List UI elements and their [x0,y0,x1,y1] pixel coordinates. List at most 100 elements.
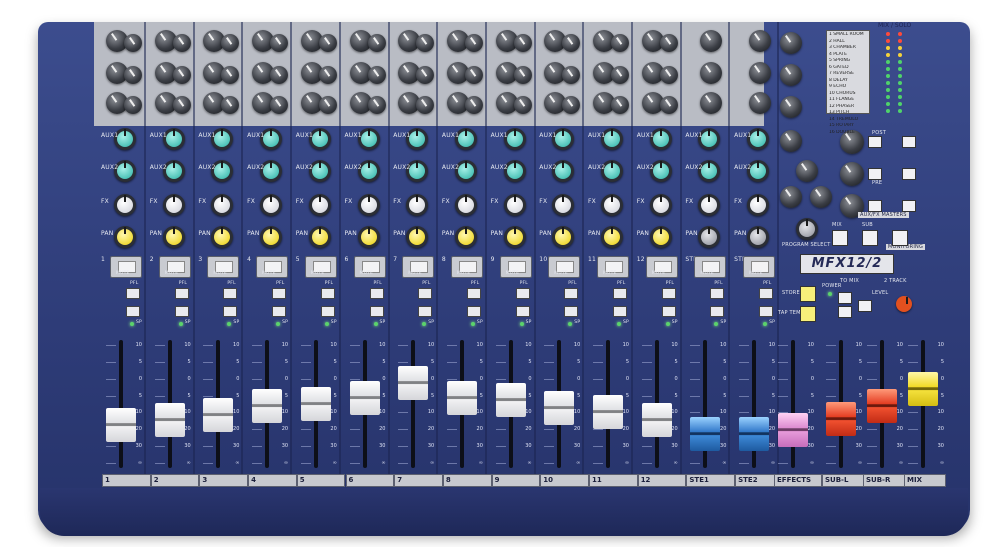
two-track-level-knob[interactable] [896,296,912,312]
fx-send-knob[interactable] [747,194,770,216]
routing-button[interactable] [272,306,287,317]
program-select-knob[interactable] [796,218,818,240]
to-mix-button[interactable] [838,306,852,318]
fx-send-knob[interactable] [114,194,136,216]
eq-knob-small[interactable] [367,34,386,52]
routing-button[interactable] [369,306,384,317]
channel-fader[interactable] [252,388,283,423]
fx-return-knob[interactable] [780,32,802,54]
channel-fader[interactable] [154,402,185,437]
pan-knob[interactable] [357,226,380,248]
fx-return-knob[interactable] [810,186,832,208]
aux-pfl-button[interactable] [902,200,916,212]
mix-monitor-button[interactable] [832,230,848,246]
pfl-button[interactable] [174,288,189,299]
pan-knob[interactable] [308,226,331,248]
pfl-button[interactable] [272,288,287,299]
channel-fader[interactable] [739,417,770,452]
eq-knob-small[interactable] [270,96,289,114]
aux-pre-post-button[interactable] [868,136,882,148]
pfl-button[interactable] [759,288,774,299]
fx-send-knob[interactable] [601,194,623,216]
channel-fader[interactable] [593,394,623,429]
store-button[interactable] [800,286,816,302]
fx-send-knob[interactable] [357,194,380,216]
fx-return-knob[interactable] [780,64,802,86]
pan-knob[interactable] [747,226,770,248]
eq-knob-small[interactable] [367,66,386,84]
pan-knob[interactable] [260,226,283,248]
pan-knob[interactable] [649,226,672,248]
routing-button[interactable] [174,306,189,317]
fx-send-knob[interactable] [162,194,185,216]
routing-button[interactable] [515,306,530,317]
aux-pfl-button[interactable] [902,168,916,180]
pfl-button[interactable] [223,288,238,299]
routing-button[interactable] [759,306,774,317]
eq-knob-small[interactable] [124,34,142,52]
stereo-eq-knob[interactable] [749,30,772,52]
fx-return-knob[interactable] [780,186,802,208]
aux-pre-post-button[interactable] [868,200,882,212]
channel-fader[interactable] [826,402,856,437]
routing-button[interactable] [418,306,433,317]
channel-fader[interactable] [690,417,721,452]
routing-button[interactable] [126,306,140,317]
pan-knob[interactable] [162,226,185,248]
fx-return-knob[interactable] [780,130,802,152]
fx-return-knob[interactable] [780,96,802,118]
channel-fader[interactable] [544,390,575,425]
pfl-button[interactable] [710,288,725,299]
channel-fader[interactable] [641,402,672,437]
eq-knob-small[interactable] [611,96,629,114]
eq-knob-small[interactable] [611,66,629,84]
two-track-monitor-button[interactable] [892,230,908,246]
routing-button[interactable] [223,306,238,317]
eq-knob-small[interactable] [464,66,483,84]
eq-knob-small[interactable] [367,96,386,114]
eq-knob-small[interactable] [659,34,678,52]
routing-button[interactable] [661,306,676,317]
channel-fader[interactable] [349,381,380,416]
fx-send-knob[interactable] [649,194,672,216]
eq-knob-small[interactable] [464,34,483,52]
eq-knob-small[interactable] [172,34,191,52]
routing-button[interactable] [613,306,627,317]
channel-fader[interactable] [300,387,331,421]
pan-knob[interactable] [454,226,477,248]
eq-knob-small[interactable] [659,66,678,84]
eq-knob-small[interactable] [464,96,483,114]
to-mix-button[interactable] [838,292,852,304]
pfl-button[interactable] [320,288,335,299]
two-track-to-mix-button[interactable] [858,300,872,312]
stereo-eq-knob[interactable] [749,92,772,114]
pfl-button[interactable] [466,288,481,299]
eq-knob-small[interactable] [513,96,532,114]
routing-button[interactable] [564,306,579,317]
pfl-button[interactable] [661,288,676,299]
aux-pfl-button[interactable] [902,136,916,148]
eq-knob-small[interactable] [270,34,289,52]
pfl-button[interactable] [515,288,530,299]
aux-master-knob[interactable] [840,162,864,186]
eq-knob-small[interactable] [124,66,142,84]
pfl-button[interactable] [564,288,579,299]
pfl-button[interactable] [369,288,384,299]
routing-button[interactable] [320,306,335,317]
channel-fader[interactable] [908,371,938,406]
eq-knob-small[interactable] [513,66,532,84]
eq-knob-small[interactable] [611,34,629,52]
fx-send-knob[interactable] [308,194,331,216]
sub-monitor-button[interactable] [862,230,878,246]
eq-knob-small[interactable] [270,66,289,84]
pfl-button[interactable] [126,288,140,299]
pfl-button[interactable] [418,288,433,299]
eq-knob-small[interactable] [124,96,142,114]
eq-knob-small[interactable] [659,96,678,114]
channel-fader[interactable] [203,398,234,433]
eq-knob-small[interactable] [318,34,337,52]
tap-tempo-button[interactable] [800,306,816,322]
routing-button[interactable] [710,306,725,317]
eq-knob-small[interactable] [318,66,337,84]
fx-send-knob[interactable] [454,194,477,216]
